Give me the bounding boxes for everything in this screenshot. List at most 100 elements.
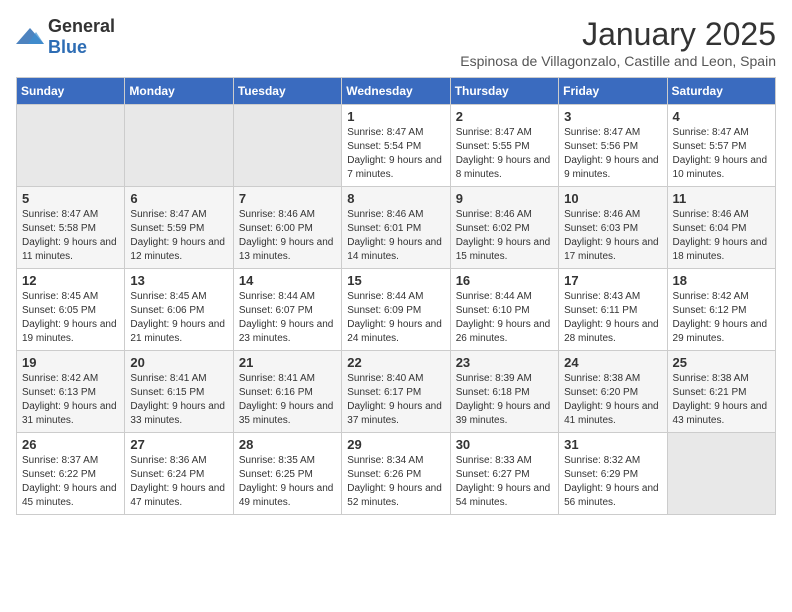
day-number: 23 — [456, 355, 553, 370]
day-number: 16 — [456, 273, 553, 288]
calendar-cell — [233, 105, 341, 187]
calendar-cell: 11 Sunrise: 8:46 AMSunset: 6:04 PMDayligh… — [667, 187, 775, 269]
day-info: Sunrise: 8:47 AMSunset: 5:58 PMDaylight:… — [22, 208, 119, 264]
day-number: 19 — [22, 355, 119, 370]
day-info: Sunrise: 8:42 AMSunset: 6:12 PMDaylight:… — [673, 290, 770, 346]
day-info: Sunrise: 8:38 AMSunset: 6:21 PMDaylight:… — [673, 372, 770, 428]
calendar-cell: 6Sunrise: 8:47 AMSunset: 5:59 PMDaylight… — [125, 187, 233, 269]
calendar-cell — [17, 105, 125, 187]
calendar-cell: 10 Sunrise: 8:46 AMSunset: 6:03 PMDayligh… — [559, 187, 667, 269]
day-number: 13 — [130, 273, 227, 288]
day-number: 30 — [456, 437, 553, 452]
logo: General Blue — [16, 16, 115, 58]
day-number: 8 — [347, 191, 444, 206]
calendar-cell: 3 Sunrise: 8:47 AMSunset: 5:56 PMDaylight… — [559, 105, 667, 187]
day-info: Sunrise: 8:41 AMSunset: 6:16 PMDaylight:… — [239, 372, 336, 428]
day-number: 27 — [130, 437, 227, 452]
header-saturday: Saturday — [667, 78, 775, 105]
calendar-cell: 14 Sunrise: 8:44 AMSunset: 6:07 PMDayligh… — [233, 269, 341, 351]
calendar-cell: 24 Sunrise: 8:38 AMSunset: 6:20 PMDayligh… — [559, 351, 667, 433]
calendar-week-5: 26 Sunrise: 8:37 AMSunset: 6:22 PMDayligh… — [17, 433, 776, 515]
header-monday: Monday — [125, 78, 233, 105]
day-info: Sunrise: 8:40 AMSunset: 6:17 PMDaylight:… — [347, 372, 444, 428]
day-info: Sunrise: 8:46 AMSunset: 6:02 PMDaylight:… — [456, 208, 553, 264]
calendar-cell: 9Sunrise: 8:46 AMSunset: 6:02 PMDaylight… — [450, 187, 558, 269]
logo-blue: Blue — [48, 37, 87, 57]
header-thursday: Thursday — [450, 78, 558, 105]
calendar-week-4: 19 Sunrise: 8:42 AMSunset: 6:13 PMDayligh… — [17, 351, 776, 433]
day-number: 26 — [22, 437, 119, 452]
calendar-cell: 1 Sunrise: 8:47 AMSunset: 5:54 PMDaylight… — [342, 105, 450, 187]
day-info: Sunrise: 8:47 AMSunset: 5:54 PMDaylight:… — [347, 126, 444, 182]
calendar-cell: 8 Sunrise: 8:46 AMSunset: 6:01 PMDaylight… — [342, 187, 450, 269]
day-number: 1 — [347, 109, 444, 124]
day-number: 2 — [456, 109, 553, 124]
day-info: Sunrise: 8:44 AMSunset: 6:10 PMDaylight:… — [456, 290, 553, 346]
day-number: 24 — [564, 355, 661, 370]
day-info: Sunrise: 8:43 AMSunset: 6:11 PMDaylight:… — [564, 290, 661, 346]
day-number: 29 — [347, 437, 444, 452]
day-info: Sunrise: 8:45 AMSunset: 6:06 PMDaylight:… — [130, 290, 227, 346]
calendar: Sunday Monday Tuesday Wednesday Thursday… — [16, 77, 776, 515]
day-number: 10 — [564, 191, 661, 206]
calendar-cell: 30 Sunrise: 8:33 AMSunset: 6:27 PMDayligh… — [450, 433, 558, 515]
subtitle: Espinosa de Villagonzalo, Castille and L… — [460, 53, 776, 69]
calendar-cell: 4Sunrise: 8:47 AMSunset: 5:57 PMDaylight… — [667, 105, 775, 187]
day-number: 20 — [130, 355, 227, 370]
calendar-cell: 26 Sunrise: 8:37 AMSunset: 6:22 PMDayligh… — [17, 433, 125, 515]
day-number: 22 — [347, 355, 444, 370]
day-info: Sunrise: 8:38 AMSunset: 6:20 PMDaylight:… — [564, 372, 661, 428]
day-info: Sunrise: 8:46 AMSunset: 6:03 PMDaylight:… — [564, 208, 661, 264]
month-title: January 2025 — [460, 16, 776, 53]
calendar-cell: 31 Sunrise: 8:32 AMSunset: 6:29 PMDayligh… — [559, 433, 667, 515]
header-wednesday: Wednesday — [342, 78, 450, 105]
day-info: Sunrise: 8:42 AMSunset: 6:13 PMDaylight:… — [22, 372, 119, 428]
calendar-cell: 27 Sunrise: 8:36 AMSunset: 6:24 PMDayligh… — [125, 433, 233, 515]
day-info: Sunrise: 8:34 AMSunset: 6:26 PMDaylight:… — [347, 454, 444, 510]
day-number: 18 — [673, 273, 770, 288]
day-number: 3 — [564, 109, 661, 124]
header-sunday: Sunday — [17, 78, 125, 105]
day-info: Sunrise: 8:33 AMSunset: 6:27 PMDaylight:… — [456, 454, 553, 510]
title-area: January 2025 Espinosa de Villagonzalo, C… — [460, 16, 776, 69]
day-number: 12 — [22, 273, 119, 288]
day-info: Sunrise: 8:39 AMSunset: 6:18 PMDaylight:… — [456, 372, 553, 428]
calendar-cell: 12Sunrise: 8:45 AMSunset: 6:05 PMDayligh… — [17, 269, 125, 351]
calendar-cell: 22 Sunrise: 8:40 AMSunset: 6:17 PMDayligh… — [342, 351, 450, 433]
calendar-cell: 5Sunrise: 8:47 AMSunset: 5:58 PMDaylight… — [17, 187, 125, 269]
day-number: 14 — [239, 273, 336, 288]
day-number: 25 — [673, 355, 770, 370]
day-number: 31 — [564, 437, 661, 452]
day-info: Sunrise: 8:32 AMSunset: 6:29 PMDaylight:… — [564, 454, 661, 510]
day-number: 6 — [130, 191, 227, 206]
header: General Blue January 2025 Espinosa de Vi… — [16, 16, 776, 69]
calendar-cell: 25 Sunrise: 8:38 AMSunset: 6:21 PMDayligh… — [667, 351, 775, 433]
calendar-cell — [125, 105, 233, 187]
calendar-cell: 2Sunrise: 8:47 AMSunset: 5:55 PMDaylight… — [450, 105, 558, 187]
day-info: Sunrise: 8:37 AMSunset: 6:22 PMDaylight:… — [22, 454, 119, 510]
calendar-cell: 18 Sunrise: 8:42 AMSunset: 6:12 PMDayligh… — [667, 269, 775, 351]
calendar-week-3: 12Sunrise: 8:45 AMSunset: 6:05 PMDayligh… — [17, 269, 776, 351]
header-tuesday: Tuesday — [233, 78, 341, 105]
day-number: 11 — [673, 191, 770, 206]
day-info: Sunrise: 8:46 AMSunset: 6:00 PMDaylight:… — [239, 208, 336, 264]
day-number: 7 — [239, 191, 336, 206]
day-info: Sunrise: 8:36 AMSunset: 6:24 PMDaylight:… — [130, 454, 227, 510]
header-friday: Friday — [559, 78, 667, 105]
day-info: Sunrise: 8:46 AMSunset: 6:01 PMDaylight:… — [347, 208, 444, 264]
day-number: 15 — [347, 273, 444, 288]
day-number: 17 — [564, 273, 661, 288]
calendar-cell: 19 Sunrise: 8:42 AMSunset: 6:13 PMDayligh… — [17, 351, 125, 433]
day-number: 28 — [239, 437, 336, 452]
day-info: Sunrise: 8:46 AMSunset: 6:04 PMDaylight:… — [673, 208, 770, 264]
day-info: Sunrise: 8:47 AMSunset: 5:57 PMDaylight:… — [673, 126, 770, 182]
calendar-cell: 29 Sunrise: 8:34 AMSunset: 6:26 PMDayligh… — [342, 433, 450, 515]
calendar-cell: 13 Sunrise: 8:45 AMSunset: 6:06 PMDayligh… — [125, 269, 233, 351]
calendar-cell: 7 Sunrise: 8:46 AMSunset: 6:00 PMDaylight… — [233, 187, 341, 269]
day-info: Sunrise: 8:47 AMSunset: 5:56 PMDaylight:… — [564, 126, 661, 182]
calendar-week-2: 5Sunrise: 8:47 AMSunset: 5:58 PMDaylight… — [17, 187, 776, 269]
calendar-cell: 20Sunrise: 8:41 AMSunset: 6:15 PMDayligh… — [125, 351, 233, 433]
day-info: Sunrise: 8:44 AMSunset: 6:07 PMDaylight:… — [239, 290, 336, 346]
logo-text: General Blue — [48, 16, 115, 58]
calendar-header-row: Sunday Monday Tuesday Wednesday Thursday… — [17, 78, 776, 105]
